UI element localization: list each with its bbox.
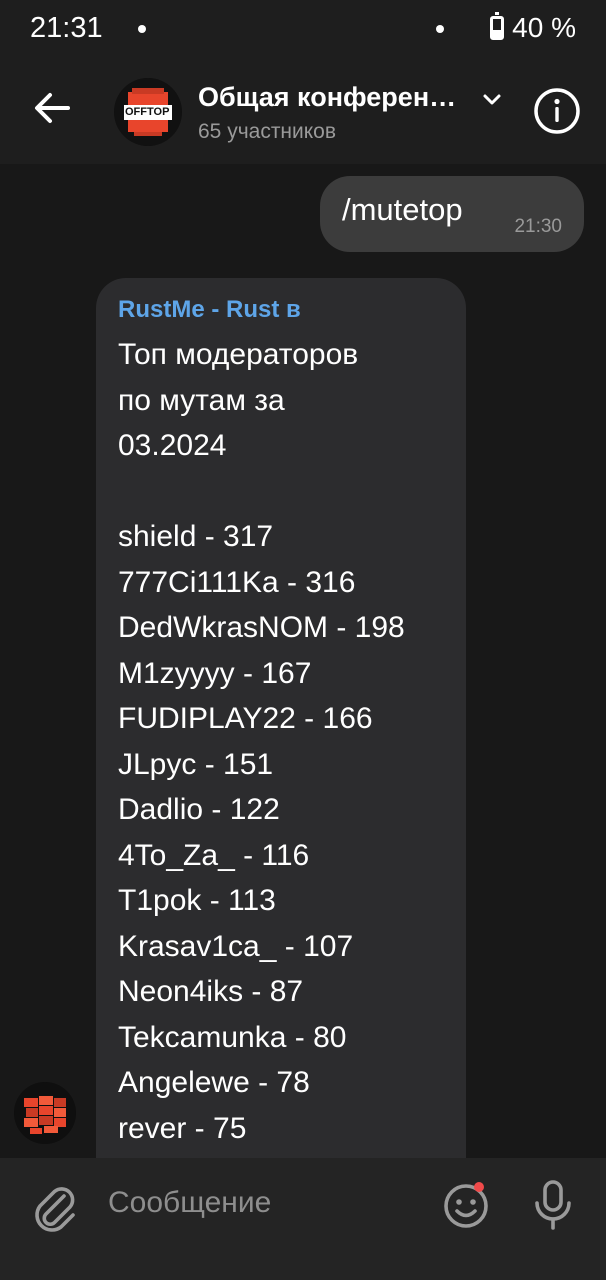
message-line: 03.2024 [118, 429, 227, 462]
brick-logo-icon [14, 1082, 76, 1144]
message-line: shield - 317 [118, 520, 274, 553]
incoming-message-text: Топ модераторов по мутам за 03.2024 shie… [118, 332, 458, 1151]
avatar-text: OFFTOP [125, 106, 170, 118]
message-line: FUDIPLAY22 - 166 [118, 702, 373, 735]
message-line: T1pok - 113 [118, 884, 276, 917]
message-line: M1zyyyy - 167 [118, 656, 312, 690]
message-line [118, 469, 458, 515]
sender-avatar[interactable] [14, 1082, 76, 1144]
chat-title[interactable]: Общая конферен… [198, 82, 456, 113]
attach-button[interactable] [28, 1178, 80, 1234]
battery-indicator: 40 % [490, 12, 576, 44]
message-list[interactable]: /mutetop 21:30 RustMe - Rust в Топ модер… [0, 164, 606, 1158]
incoming-message[interactable]: RustMe - Rust в Топ модераторов по мутам… [96, 278, 466, 1158]
back-button[interactable] [28, 84, 76, 132]
info-button[interactable] [530, 84, 584, 138]
paperclip-icon [35, 1187, 75, 1232]
emoji-icon [444, 1184, 488, 1228]
notification-badge-icon [474, 1182, 484, 1192]
message-line: 4To_Za_ - 116 [118, 838, 310, 872]
message-line: 777Ci111Ka - 316 [118, 565, 356, 599]
message-line: Angelewe - 78 [118, 1066, 310, 1099]
group-avatar[interactable]: OFFTOP [114, 78, 182, 146]
title-dropdown-button[interactable] [478, 86, 506, 114]
voice-record-button[interactable] [530, 1176, 576, 1234]
emoji-button[interactable] [440, 1180, 492, 1232]
notification-dot-icon [138, 25, 146, 33]
outgoing-message[interactable]: /mutetop 21:30 [320, 176, 584, 252]
chat-header: OFFTOP Общая конферен… 65 участников [0, 60, 606, 164]
info-icon [534, 88, 580, 134]
message-line: Dadlio - 122 [118, 793, 280, 826]
battery-icon [490, 12, 505, 40]
message-line: по мутам за [118, 383, 285, 417]
chevron-down-icon [483, 94, 501, 105]
status-bar: 21:31 40 % [0, 0, 606, 60]
microphone-icon [535, 1180, 571, 1230]
notification-dot-icon [436, 25, 444, 33]
message-line: JLpyc - 151 [118, 747, 274, 781]
message-composer: Сообщение [0, 1158, 606, 1280]
outgoing-message-text: /mutetop [342, 192, 463, 227]
message-line: Krasav1ca_ - 107 [118, 929, 354, 963]
chat-subtitle: 65 участников [198, 120, 337, 143]
battery-percent: 40 % [512, 12, 576, 43]
message-input[interactable]: Сообщение [108, 1186, 271, 1220]
message-line: rever - 75 [118, 1111, 247, 1145]
message-time: 21:30 [514, 216, 562, 237]
message-line: Tekcamunka - 80 [118, 1020, 347, 1054]
chat-screen: 21:31 40 % OFFTOP Общая конферен… 65 уча… [0, 0, 606, 1280]
status-time: 21:31 [30, 12, 103, 44]
message-line: Топ модераторов [118, 338, 359, 371]
arrow-left-icon [35, 93, 70, 123]
message-line: DedWkrasNOM - 198 [118, 611, 405, 644]
sender-name[interactable]: RustMe - Rust в [118, 296, 301, 324]
message-line: Neon4iks - 87 [118, 975, 304, 1008]
